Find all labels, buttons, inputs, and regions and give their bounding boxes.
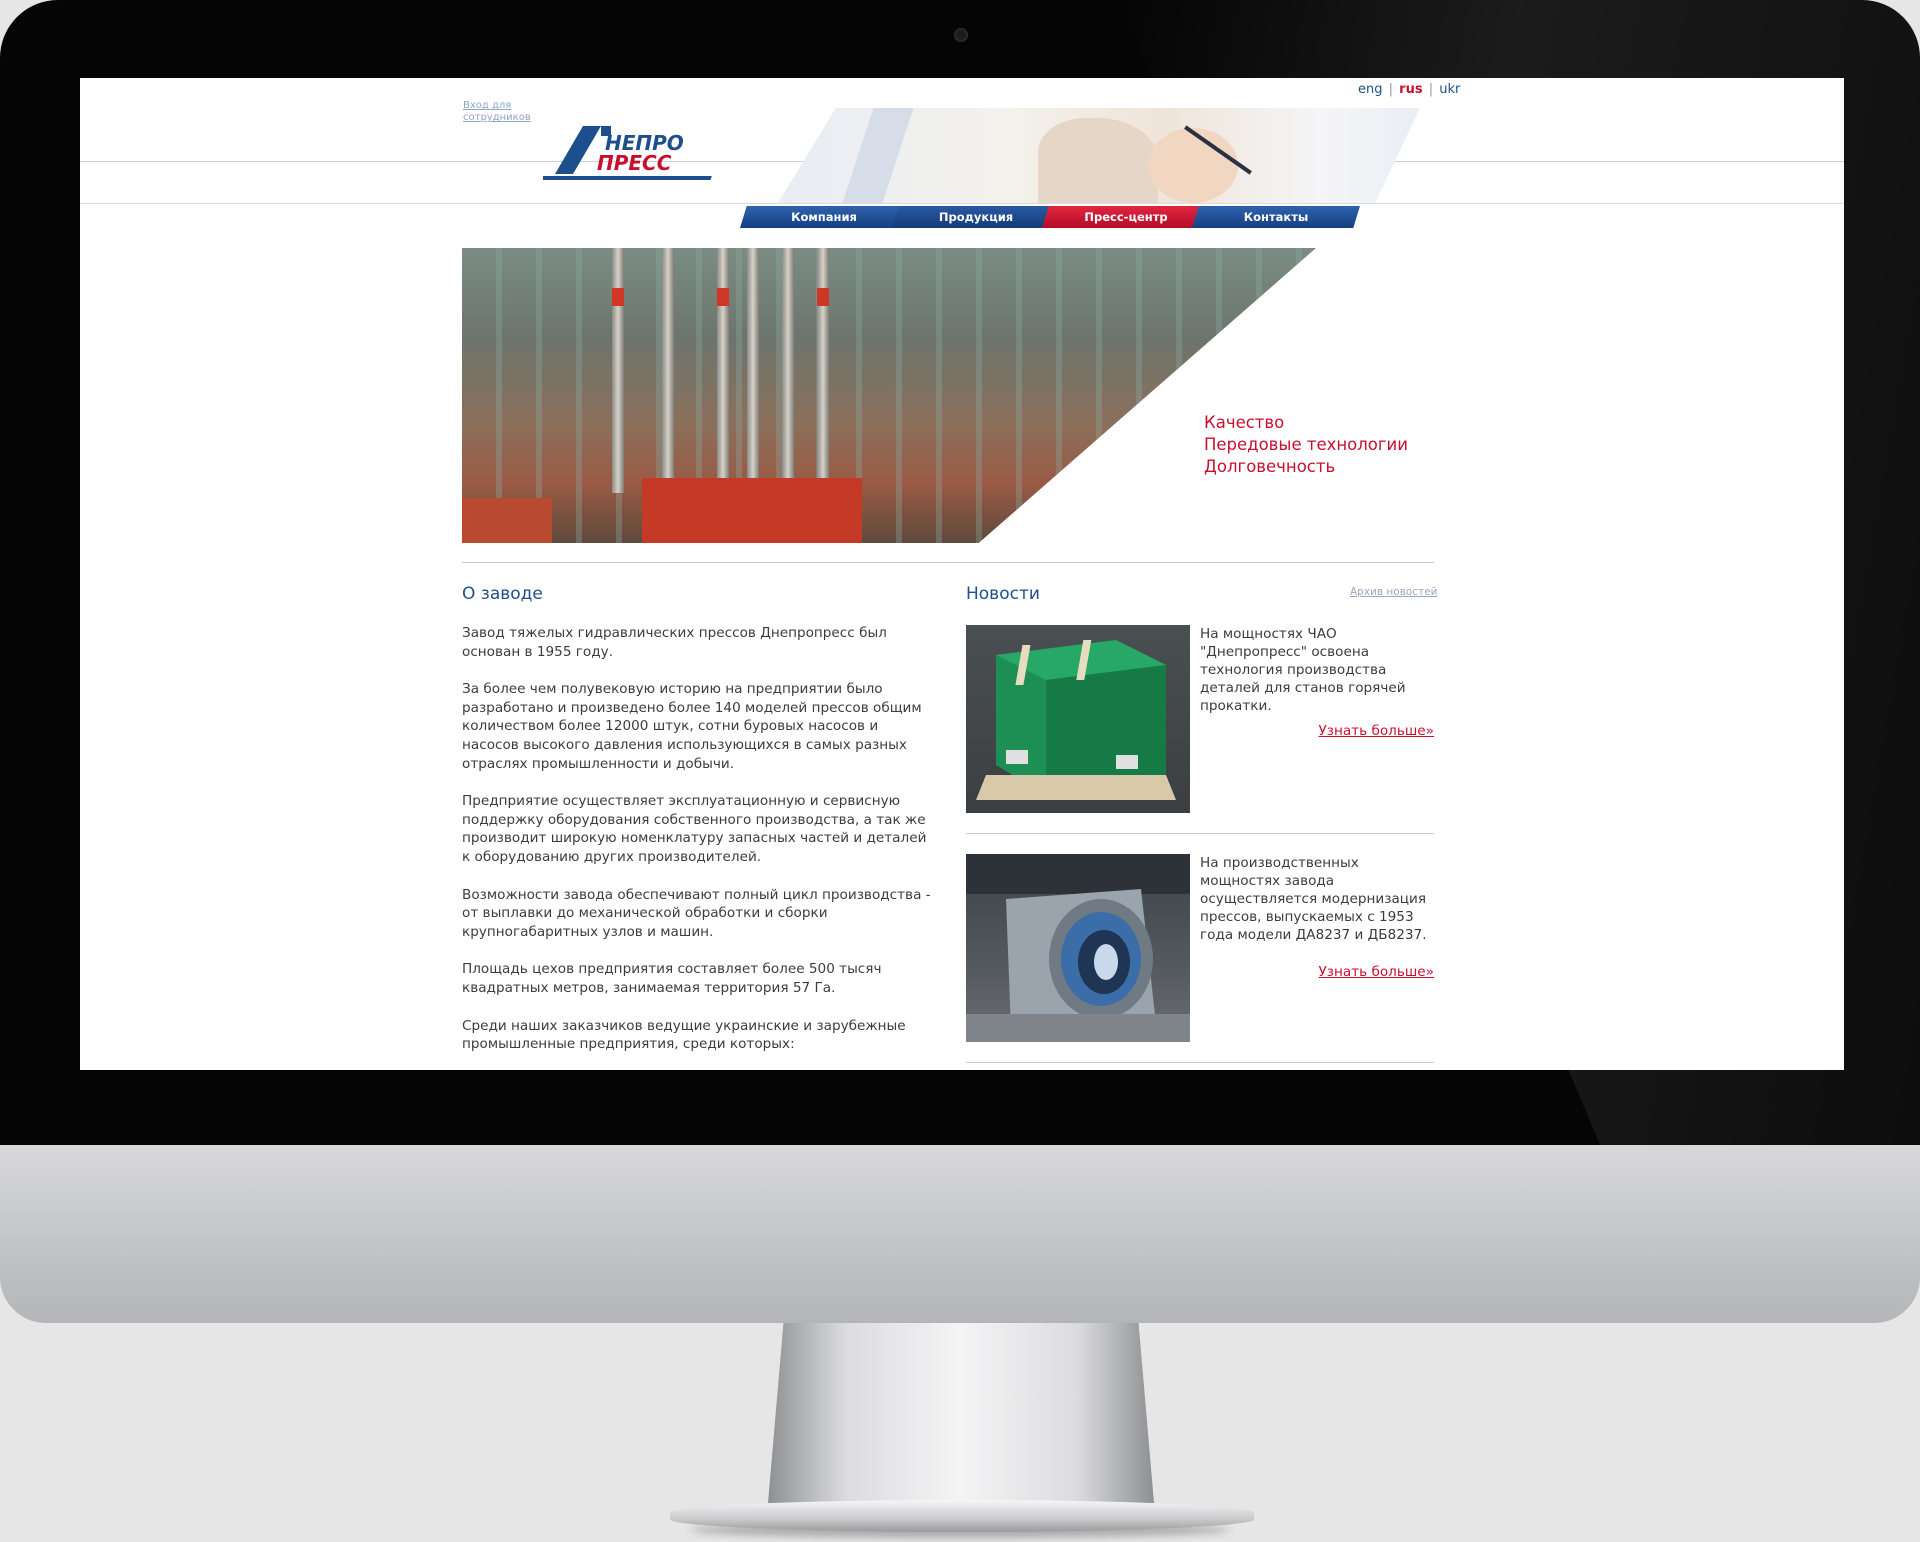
part-illustration: [976, 640, 1176, 800]
nav-products[interactable]: Продукция: [892, 206, 1060, 228]
press-column: [817, 248, 829, 493]
news-read-more-link[interactable]: Узнать больше»: [1318, 723, 1434, 739]
nav-company[interactable]: Компания: [740, 206, 908, 228]
press-base: [642, 478, 862, 543]
nav-contacts[interactable]: Контакты: [1192, 206, 1360, 228]
staff-login-link[interactable]: Вход для сотрудников: [463, 100, 543, 124]
press-column: [612, 248, 624, 493]
news-divider: [966, 1062, 1434, 1063]
main-nav: Компания Продукция Пресс-центр Контакты: [740, 206, 1360, 228]
logo-mark: НЕПРО ПРЕСС: [543, 126, 712, 180]
language-switcher: eng | rus | ukr: [1358, 82, 1460, 97]
floor-machine: [462, 498, 552, 543]
about-paragraph: Площадь цехов предприятия составляет бол…: [462, 961, 882, 996]
svg-text:ПРЕСС: ПРЕСС: [597, 151, 672, 175]
lang-rus-link[interactable]: rus: [1399, 82, 1422, 97]
news-thumbnail[interactable]: [966, 854, 1190, 1042]
column-band: [717, 288, 729, 306]
part-illustration: [966, 854, 1190, 1042]
tagline-durability: Долговечность: [1204, 457, 1336, 476]
hero-banner: Качество Передовые технологии Долговечно…: [462, 248, 1452, 543]
news-title: Новости: [966, 584, 1040, 604]
about-paragraph: Завод тяжелых гидравлических прессов Дне…: [462, 625, 887, 660]
section-divider: [462, 562, 1434, 563]
header-rule-lower: [80, 203, 1844, 204]
column-band: [817, 288, 829, 306]
news-text: На мощностях ЧАО "Днепропресс" освоена т…: [1200, 626, 1406, 714]
banner-hand-shape: [1148, 128, 1238, 203]
tagline-technology: Передовые технологии: [1204, 435, 1409, 454]
banner-building-shape: [842, 108, 914, 203]
company-logo[interactable]: НЕПРО ПРЕСС: [543, 118, 743, 188]
news-read-more-link[interactable]: Узнать больше»: [1318, 964, 1434, 980]
about-paragraph: Возможности завода обеспечивают полный ц…: [462, 886, 931, 940]
about-paragraph: Среди наших заказчиков ведущие украински…: [462, 1017, 906, 1053]
monitor-stand: [768, 1323, 1154, 1503]
monitor-stand-base: [670, 1500, 1254, 1532]
column-band: [612, 288, 624, 306]
hero-taglines: Качество Передовые технологии Долговечно…: [1204, 412, 1408, 478]
lang-ukr-link[interactable]: ukr: [1439, 82, 1460, 97]
news-divider: [966, 833, 1434, 834]
monitor-chin: [0, 1145, 1920, 1323]
nav-press-center[interactable]: Пресс-центр: [1042, 206, 1210, 228]
press-column: [662, 248, 674, 493]
news-item: На производственных мощностях завода осу…: [966, 854, 1434, 1044]
press-column: [747, 248, 759, 493]
camera-icon: [954, 28, 968, 42]
news-item: На мощностях ЧАО "Днепропресс" освоена т…: [966, 625, 1434, 815]
screen: eng | rus | ukr Вход для сотрудников НЕП…: [80, 78, 1844, 1070]
news-text: На производственных мощностях завода осу…: [1200, 855, 1427, 943]
about-paragraph: За более чем полувековую историю на пред…: [462, 681, 922, 772]
press-column: [717, 248, 729, 493]
about-text: Завод тяжелых гидравлических прессов Дне…: [462, 624, 932, 1070]
about-title: О заводе: [462, 584, 543, 604]
web-page: eng | rus | ukr Вход для сотрудников НЕП…: [80, 78, 1844, 1070]
news-archive-link[interactable]: Архив новостей: [1350, 586, 1438, 598]
lang-separator: |: [1388, 82, 1394, 97]
lang-separator: |: [1428, 82, 1434, 97]
press-column: [782, 248, 794, 493]
about-paragraph: Предприятие осуществляет эксплуатационну…: [462, 793, 927, 865]
header-banner-image: [778, 108, 1420, 203]
news-thumbnail[interactable]: [966, 625, 1190, 813]
tagline-quality: Качество: [1204, 413, 1285, 432]
lang-eng-link[interactable]: eng: [1358, 82, 1383, 97]
hero-factory-image: [462, 248, 1316, 543]
banner-hand-shape: [1038, 118, 1158, 203]
